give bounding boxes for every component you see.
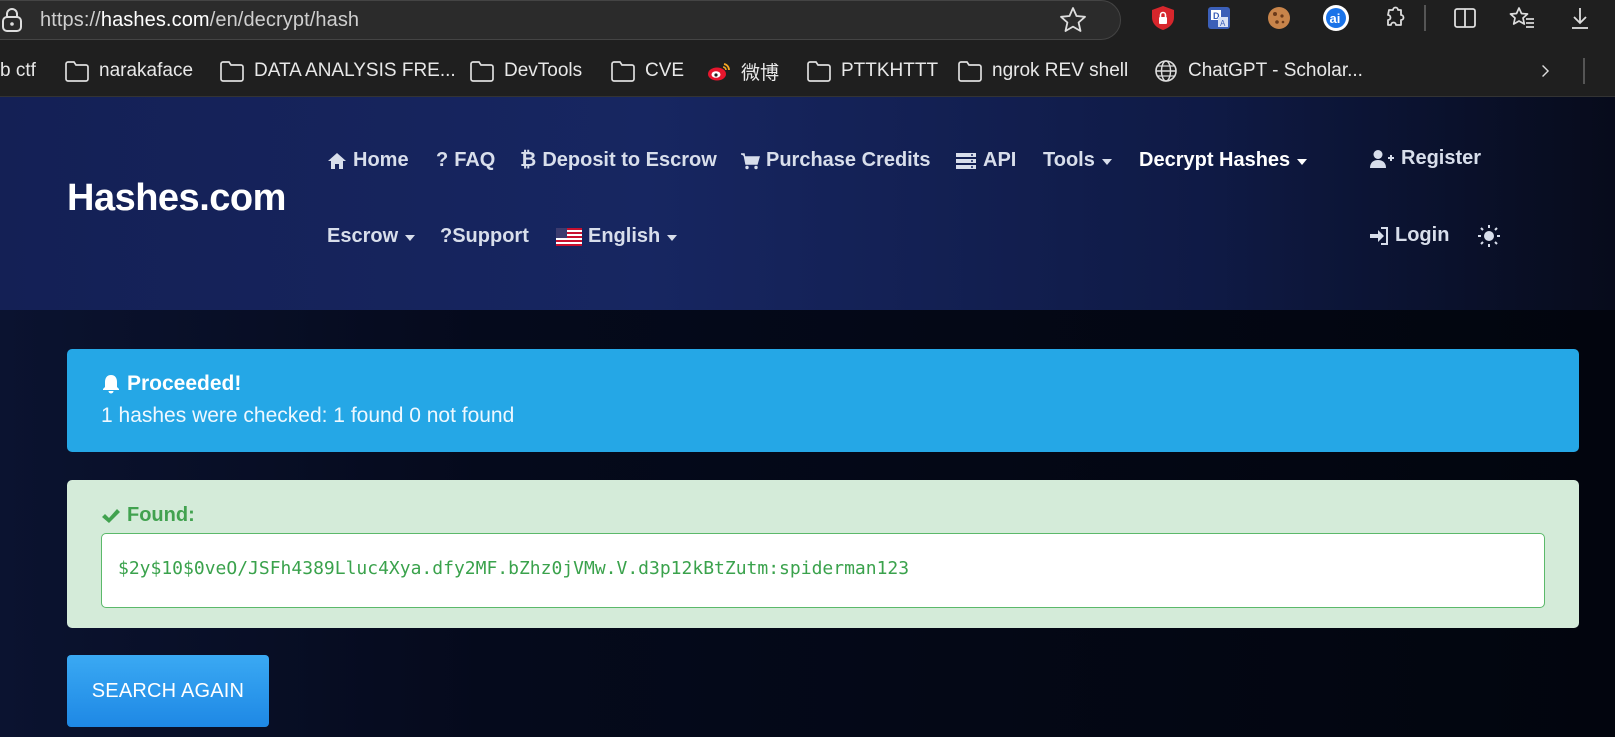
caret-down-icon bbox=[1297, 158, 1308, 165]
site-header: Hashes.com Home ? FAQ ₿ Deposit to Escro… bbox=[0, 97, 1615, 310]
folder-icon bbox=[65, 61, 89, 82]
nav-login[interactable]: Login bbox=[1369, 224, 1449, 247]
bookmark-item[interactable]: DevTools bbox=[469, 58, 582, 84]
bookmark-label: ChatGPT - Scholar... bbox=[1188, 60, 1363, 81]
info-alert: Proceeded! 1 hashes were checked: 1 foun… bbox=[67, 349, 1579, 452]
bookmark-item[interactable]: b ctf bbox=[0, 58, 36, 84]
nav-deposit-escrow[interactable]: ₿ Deposit to Escrow bbox=[520, 149, 717, 172]
folder-icon bbox=[470, 61, 494, 82]
bookmark-label: PTTKHTTT bbox=[841, 60, 939, 81]
folder-icon bbox=[958, 61, 982, 82]
caret-down-icon bbox=[405, 234, 416, 241]
favorite-star-icon[interactable] bbox=[1058, 5, 1088, 35]
nav-home[interactable]: Home bbox=[327, 149, 409, 172]
user-plus-icon bbox=[1370, 149, 1394, 168]
translate-extension-icon[interactable]: DA bbox=[1203, 2, 1235, 34]
nav-label: Purchase Credits bbox=[766, 149, 931, 171]
sign-in-icon bbox=[1370, 226, 1388, 245]
bookmark-item[interactable]: narakaface bbox=[64, 58, 193, 84]
folder-icon bbox=[611, 61, 635, 82]
caret-down-icon bbox=[667, 234, 678, 241]
result-hash-text: $2y$10$0veO/JSFh4389Lluc4Xya.dfy2MF.bZhz… bbox=[118, 558, 910, 579]
bookmark-label: CVE bbox=[645, 60, 685, 81]
bookmark-item[interactable]: DATA ANALYSIS FRE... bbox=[219, 58, 456, 84]
site-info-icon[interactable] bbox=[1, 8, 23, 32]
downloads-icon[interactable] bbox=[1564, 2, 1596, 34]
nav-register[interactable]: Register bbox=[1369, 147, 1481, 170]
nav-label: API bbox=[983, 149, 1017, 171]
theme-toggle[interactable] bbox=[1477, 224, 1507, 248]
us-flag-icon bbox=[556, 227, 582, 246]
nav-label: Home bbox=[353, 149, 409, 171]
bookmark-item[interactable]: PTTKHTTT bbox=[806, 58, 938, 84]
ai-extension-icon[interactable]: ai bbox=[1320, 2, 1352, 34]
bookmark-item[interactable]: ngrok REV shell bbox=[957, 58, 1128, 84]
security-extension-icon[interactable] bbox=[1147, 2, 1179, 34]
check-icon bbox=[102, 508, 120, 523]
nav-api[interactable]: API bbox=[955, 149, 1016, 172]
sun-icon bbox=[1478, 225, 1500, 247]
success-alert: Found: $2y$10$0veO/JSFh4389Lluc4Xya.dfy2… bbox=[67, 480, 1579, 628]
split-screen-icon[interactable] bbox=[1449, 2, 1481, 34]
bookmarks-divider bbox=[1583, 58, 1585, 84]
bookmark-label: 微博 bbox=[741, 62, 780, 84]
nav-faq[interactable]: ? FAQ bbox=[436, 149, 495, 172]
nav-label: Register bbox=[1401, 147, 1482, 169]
bookmark-item[interactable]: CVE bbox=[610, 58, 684, 84]
bookmark-label: DATA ANALYSIS FRE... bbox=[254, 60, 456, 81]
bookmarks-bar: b ctf narakaface DATA ANALYSIS FRE... De… bbox=[0, 44, 1615, 97]
bookmark-label: b ctf bbox=[0, 60, 36, 81]
site-logo[interactable]: Hashes.com bbox=[67, 177, 286, 220]
server-icon bbox=[956, 152, 976, 169]
bookmarks-overflow-chevron-icon[interactable] bbox=[1537, 58, 1564, 84]
bookmark-label: ngrok REV shell bbox=[992, 60, 1129, 81]
caret-down-icon bbox=[1101, 158, 1112, 165]
nav-label: Deposit to Escrow bbox=[542, 149, 717, 171]
home-icon bbox=[328, 152, 346, 169]
nav-language-dropdown[interactable]: English bbox=[556, 225, 678, 248]
nav-escrow-dropdown[interactable]: Escrow bbox=[327, 225, 416, 248]
bell-icon bbox=[103, 375, 119, 394]
success-alert-title: Found: bbox=[101, 504, 195, 527]
nav-label: Login bbox=[1395, 224, 1450, 246]
nav-label: Escrow bbox=[327, 225, 399, 247]
url-text: https://hashes.com/en/decrypt/hash bbox=[40, 9, 360, 31]
toolbar-divider bbox=[1424, 5, 1426, 31]
nav-purchase-credits[interactable]: Purchase Credits bbox=[740, 149, 931, 172]
nav-decrypt-hashes-dropdown[interactable]: Decrypt Hashes bbox=[1139, 149, 1308, 172]
svg-text:ai: ai bbox=[1330, 11, 1341, 26]
question-icon: ? bbox=[440, 225, 453, 247]
nav-label: Support bbox=[452, 225, 529, 247]
nav-label: Tools bbox=[1043, 149, 1095, 171]
bookmark-label: narakaface bbox=[99, 60, 194, 81]
result-field[interactable]: $2y$10$0veO/JSFh4389Lluc4Xya.dfy2MF.bZhz… bbox=[101, 533, 1545, 608]
svg-text:A: A bbox=[1220, 19, 1226, 28]
nav-tools-dropdown[interactable]: Tools bbox=[1043, 149, 1112, 172]
cookie-extension-icon[interactable] bbox=[1263, 2, 1295, 34]
extensions-puzzle-icon[interactable] bbox=[1378, 2, 1410, 34]
bookmark-label: DevTools bbox=[504, 60, 583, 81]
nav-label: English bbox=[588, 225, 661, 247]
weibo-icon bbox=[708, 63, 730, 81]
cart-icon bbox=[741, 152, 760, 169]
favorites-icon[interactable] bbox=[1506, 2, 1538, 34]
info-alert-message: 1 hashes were checked: 1 found 0 not fou… bbox=[101, 404, 515, 427]
folder-icon bbox=[807, 61, 831, 82]
main-content: Proceeded! 1 hashes were checked: 1 foun… bbox=[0, 310, 1615, 737]
nav-support[interactable]: ? Support bbox=[440, 225, 529, 248]
bookmark-item[interactable]: 微博 bbox=[706, 58, 779, 84]
nav-label: FAQ bbox=[454, 149, 496, 171]
bookmark-item[interactable]: ChatGPT - Scholar... bbox=[1153, 58, 1363, 84]
search-again-button[interactable]: SEARCH AGAIN bbox=[67, 655, 269, 727]
browser-toolbar: https://hashes.com/en/decrypt/hash DA ai bbox=[0, 0, 1615, 44]
address-bar[interactable]: https://hashes.com/en/decrypt/hash bbox=[0, 0, 1121, 40]
info-alert-title: Proceeded! bbox=[101, 372, 241, 396]
globe-icon bbox=[1155, 60, 1177, 82]
question-icon: ? bbox=[436, 149, 449, 171]
nav-label: Decrypt Hashes bbox=[1139, 149, 1291, 171]
folder-icon bbox=[220, 61, 244, 82]
bitcoin-icon: ₿ bbox=[520, 149, 537, 171]
